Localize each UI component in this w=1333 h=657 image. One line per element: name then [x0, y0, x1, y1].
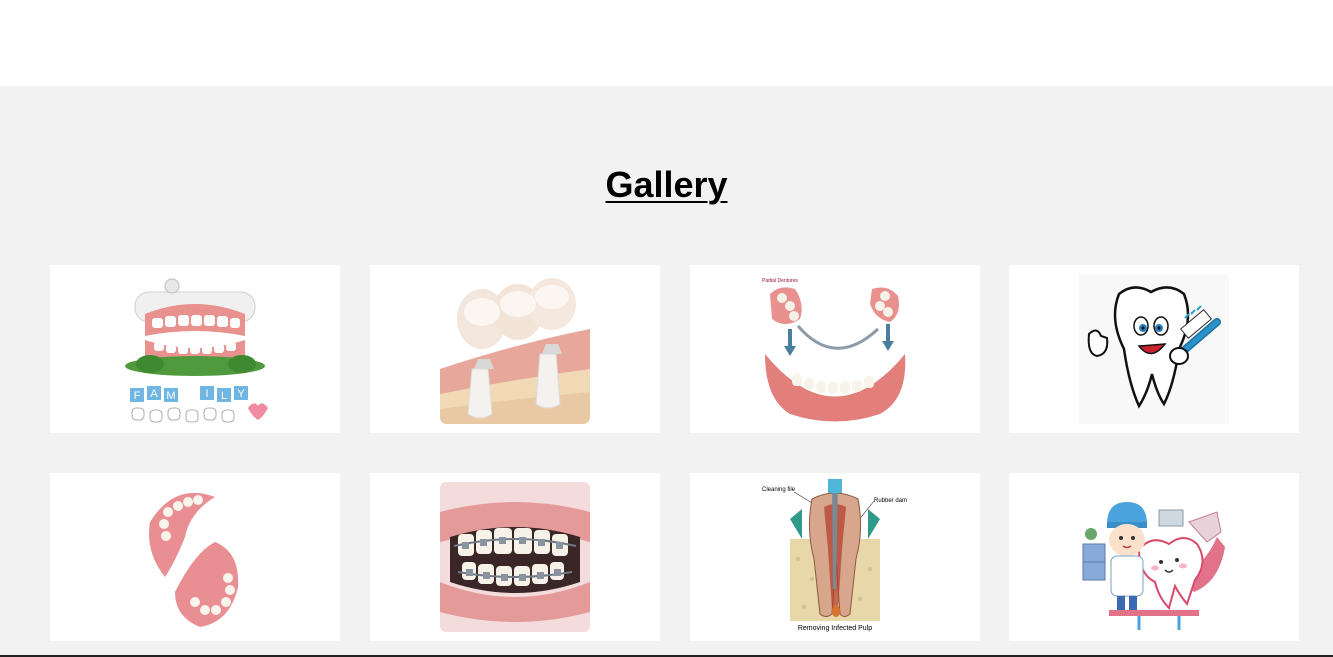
gallery-section: Gallery F A M I L Y Partial Dentures Cle… [0, 86, 1333, 657]
partial-denture-image: Partial Dentures [762, 278, 906, 422]
gallery-card-family-teeth[interactable]: F A M I L Y [50, 265, 340, 433]
dentist-cartoon-image [1082, 502, 1225, 630]
gallery-card-dentist-cartoon[interactable] [1009, 473, 1299, 641]
cleaning-file-label: Cleaning file [762, 487, 796, 493]
svg-text:I: I [205, 388, 208, 400]
family-letters: F A M I L Y [130, 386, 248, 402]
dental-bridge-image [440, 274, 590, 424]
gallery-card-root-canal[interactable]: Cleaning file Rubber dam Removing Infect… [690, 473, 980, 641]
rubber-dam-label: Rubber dam [874, 498, 907, 504]
svg-text:F: F [134, 390, 141, 402]
svg-text:A: A [150, 388, 158, 400]
root-canal-image: Cleaning file Rubber dam Removing Infect… [762, 479, 907, 632]
svg-text:M: M [166, 390, 175, 402]
gallery-card-full-denture[interactable] [50, 473, 340, 641]
gallery-card-partial-denture[interactable]: Partial Dentures [690, 265, 980, 433]
gallery-title: Gallery [605, 164, 728, 205]
svg-text:L: L [221, 390, 227, 402]
gallery-card-tooth-with-toothbrush[interactable] [1009, 265, 1299, 433]
gallery-card-dental-bridge[interactable] [370, 265, 660, 433]
removing-pulp-caption: Removing Infected Pulp [798, 625, 872, 632]
tooth-with-toothbrush-image [1079, 274, 1229, 424]
braces-smile-image [440, 482, 590, 632]
full-denture-image [149, 492, 239, 627]
gallery-card-braces-smile[interactable] [370, 473, 660, 641]
top-header-bar [0, 0, 1333, 86]
svg-text:Partial Dentures: Partial Dentures [762, 278, 798, 284]
family-teeth-image: F A M I L Y [125, 278, 268, 423]
svg-text:Y: Y [237, 388, 245, 400]
